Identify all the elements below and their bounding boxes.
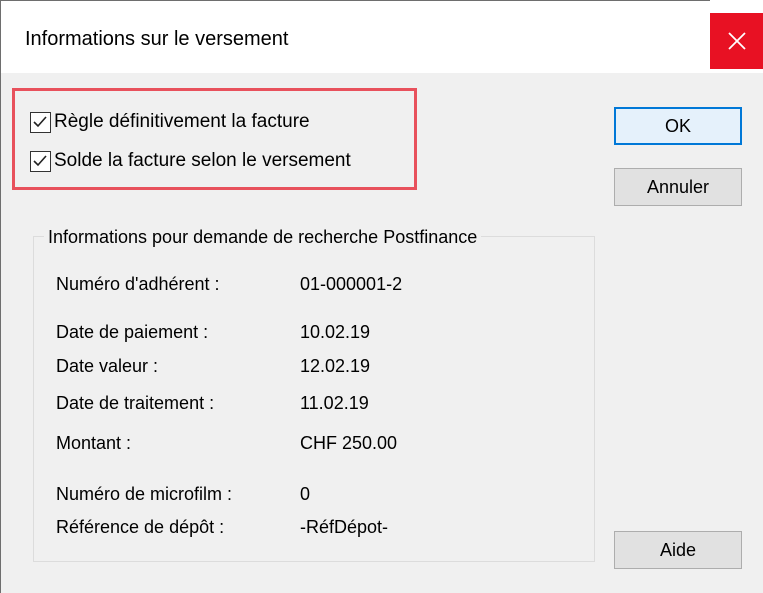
checkbox-box [30, 150, 51, 172]
field-value: 0 [300, 484, 311, 504]
field-label: Date de paiement : [56, 322, 209, 342]
field-label: Numéro d'adhérent : [56, 274, 220, 294]
field-value: -RéfDépot- [300, 517, 389, 537]
regle-definitivement-checkbox[interactable]: Règle définitivement la facture [30, 110, 310, 134]
checkmark-icon [33, 115, 47, 127]
groupbox-title: Informations pour demande de recherche P… [44, 227, 482, 248]
solde-facture-label: Solde la facture selon le versement [54, 150, 351, 171]
field-value: 01-000001-2 [300, 274, 403, 294]
checkmark-icon [33, 154, 47, 166]
field-label: Référence de dépôt : [56, 517, 225, 537]
close-icon [727, 32, 746, 50]
field-label: Date valeur : [56, 356, 159, 376]
background-window-edge [0, 0, 710, 1]
close-button[interactable] [710, 13, 763, 69]
solde-facture-checkbox[interactable]: Solde la facture selon le versement [30, 149, 351, 173]
checkbox-box [30, 111, 51, 133]
highlight-rectangle [12, 88, 417, 190]
window-left-border [0, 0, 1, 593]
window-title: Informations sur le versement [25, 28, 289, 50]
field-label: Numéro de microfilm : [56, 484, 233, 504]
field-value: 12.02.19 [300, 356, 371, 376]
regle-definitivement-label: Règle définitivement la facture [54, 111, 310, 132]
field-value: 10.02.19 [300, 322, 371, 342]
annuler-button[interactable]: Annuler [614, 168, 742, 206]
field-value: CHF 250.00 [300, 433, 398, 453]
field-label: Date de traitement : [56, 393, 215, 413]
field-label: Montant : [56, 433, 132, 453]
aide-button[interactable]: Aide [614, 531, 742, 569]
ok-button[interactable]: OK [614, 107, 742, 145]
field-value: 11.02.19 [300, 393, 369, 413]
